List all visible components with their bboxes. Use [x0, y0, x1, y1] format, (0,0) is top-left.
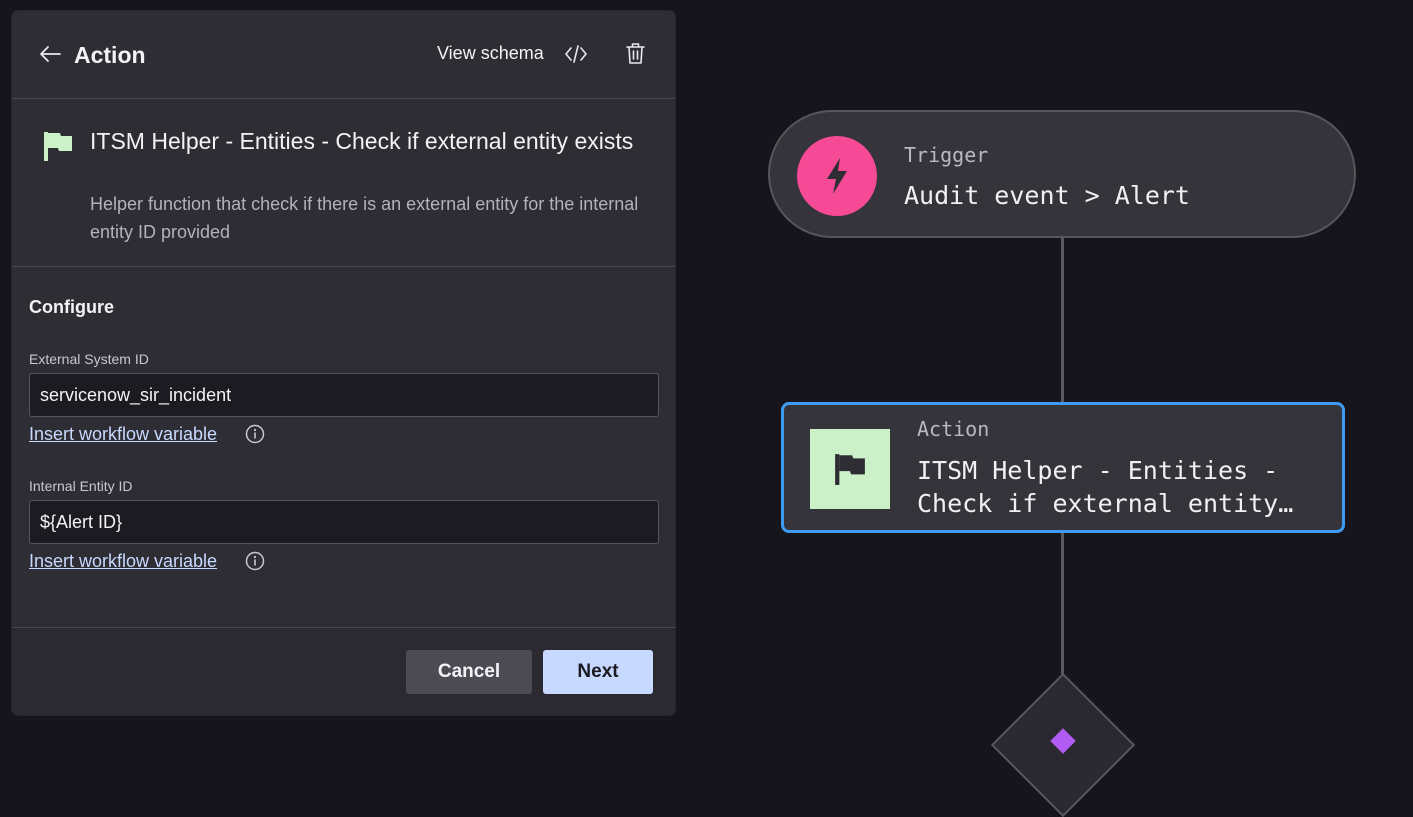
lightning-bolt-icon — [827, 158, 847, 194]
trigger-node[interactable]: Trigger Audit event > Alert — [768, 110, 1356, 238]
action-title: ITSM Helper - Entities - Check if extern… — [90, 128, 634, 154]
action-config-panel: Action View schema ITSM Helper - Entitie… — [12, 11, 675, 715]
internal-entity-id-label: Internal Entity ID — [29, 478, 133, 494]
flag-icon — [835, 454, 865, 485]
action-description: Helper function that check if there is a… — [90, 194, 639, 242]
trigger-text: Audit event > Alert — [904, 181, 1190, 210]
view-schema-button[interactable]: View schema — [437, 43, 544, 64]
panel-header: Action View schema — [12, 11, 675, 99]
configure-heading: Configure — [29, 297, 114, 317]
trigger-label: Trigger — [904, 143, 989, 167]
external-system-id-input[interactable] — [29, 373, 659, 417]
panel-footer: Cancel Next — [12, 627, 675, 715]
action-summary: ITSM Helper - Entities - Check if extern… — [12, 99, 675, 267]
action-text-line-2: Check if external entity… — [917, 489, 1294, 518]
info-circle-icon[interactable] — [245, 424, 265, 444]
next-button[interactable]: Next — [543, 650, 653, 694]
external-system-id-label: External System ID — [29, 351, 149, 367]
flag-icon — [44, 132, 72, 161]
arrow-left-icon[interactable] — [39, 45, 61, 63]
action-text-line-1: ITSM Helper - Entities - — [917, 456, 1279, 485]
trigger-badge — [797, 136, 877, 216]
info-circle-icon[interactable] — [245, 551, 265, 571]
internal-entity-id-input[interactable] — [29, 500, 659, 544]
action-badge — [810, 429, 890, 509]
panel-title: Action — [74, 42, 146, 68]
cancel-button[interactable]: Cancel — [406, 650, 532, 694]
code-brackets-icon[interactable] — [565, 44, 587, 64]
trash-icon[interactable] — [626, 42, 645, 64]
action-node[interactable]: Action ITSM Helper - Entities - Check if… — [781, 402, 1345, 533]
insert-workflow-variable-link-2[interactable]: Insert workflow variable — [29, 551, 217, 572]
insert-workflow-variable-link-1[interactable]: Insert workflow variable — [29, 424, 217, 445]
action-label: Action — [917, 417, 990, 441]
connector-line — [1061, 238, 1064, 404]
